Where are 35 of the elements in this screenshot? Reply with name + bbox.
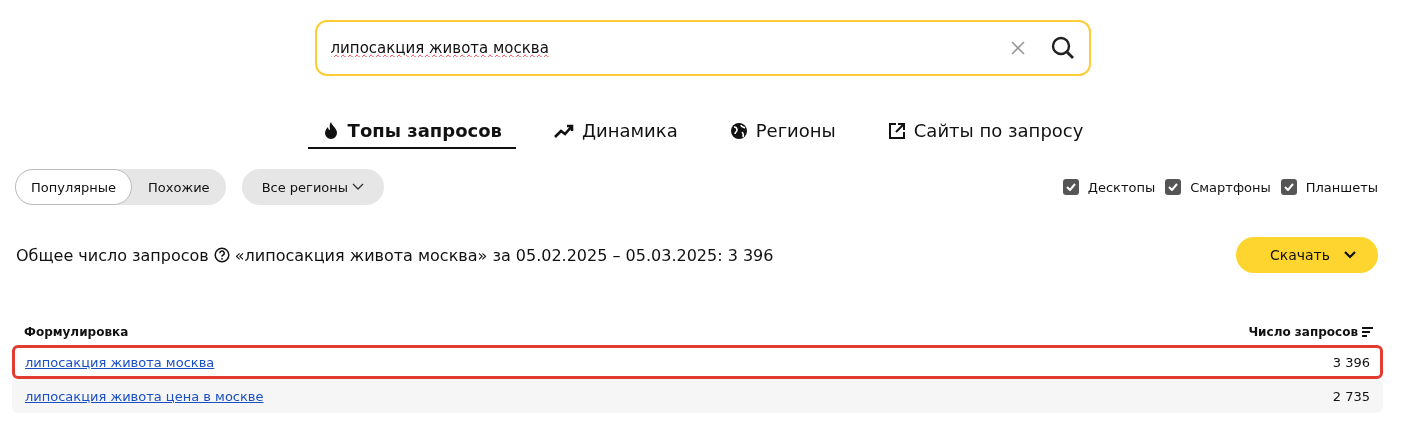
search-field[interactable]: липосакция живота москва: [314, 20, 1091, 76]
checkmark-icon: [1283, 183, 1294, 191]
phrase-link[interactable]: липосакция живота москва: [25, 354, 215, 370]
segment-button[interactable]: Похожие: [132, 169, 226, 205]
column-header: Формулировка: [24, 325, 129, 339]
checkbox[interactable]: [1280, 179, 1297, 195]
search-icon[interactable]: [1050, 36, 1075, 60]
chevron-down-icon: [352, 183, 365, 191]
tab[interactable]: Динамика: [539, 120, 692, 149]
external-link-icon: [887, 121, 906, 140]
summary-label: Общее число запросов: [16, 245, 209, 265]
checkmark-icon: [1168, 183, 1179, 191]
help-icon[interactable]: [213, 247, 230, 263]
chevron-down-icon: [1344, 251, 1356, 259]
checkmark-icon: [1065, 183, 1076, 191]
segment-button[interactable]: Популярные: [15, 169, 133, 205]
checkbox[interactable]: [1062, 179, 1079, 195]
tab[interactable]: Сайты по запросу: [873, 120, 1098, 149]
trend-icon: [553, 122, 574, 139]
checkbox-label: Смартфоны: [1190, 179, 1271, 195]
tab[interactable]: Регионы: [715, 120, 850, 149]
sort-icon[interactable]: [1362, 327, 1373, 337]
checkbox[interactable]: [1165, 179, 1182, 195]
checkbox-label: Десктопы: [1087, 179, 1156, 195]
download-button[interactable]: Скачать: [1235, 237, 1378, 273]
globe-icon: [729, 121, 748, 140]
checkbox-label: Планшеты: [1305, 179, 1378, 195]
count-cell: 2 735: [1332, 388, 1370, 404]
column-header[interactable]: Число запросов: [1248, 325, 1358, 339]
region-dropdown[interactable]: Все регионы: [241, 169, 385, 205]
count-cell: 3 396: [1332, 354, 1370, 370]
summary-text: «липосакция живота москва» за 05.02.2025 – 05.03.2025: 3 396: [234, 245, 774, 265]
tab[interactable]: Топы запросов: [307, 120, 516, 149]
phrase-link[interactable]: липосакция живота цена в москве: [25, 388, 264, 404]
close-icon[interactable]: [1010, 41, 1025, 55]
